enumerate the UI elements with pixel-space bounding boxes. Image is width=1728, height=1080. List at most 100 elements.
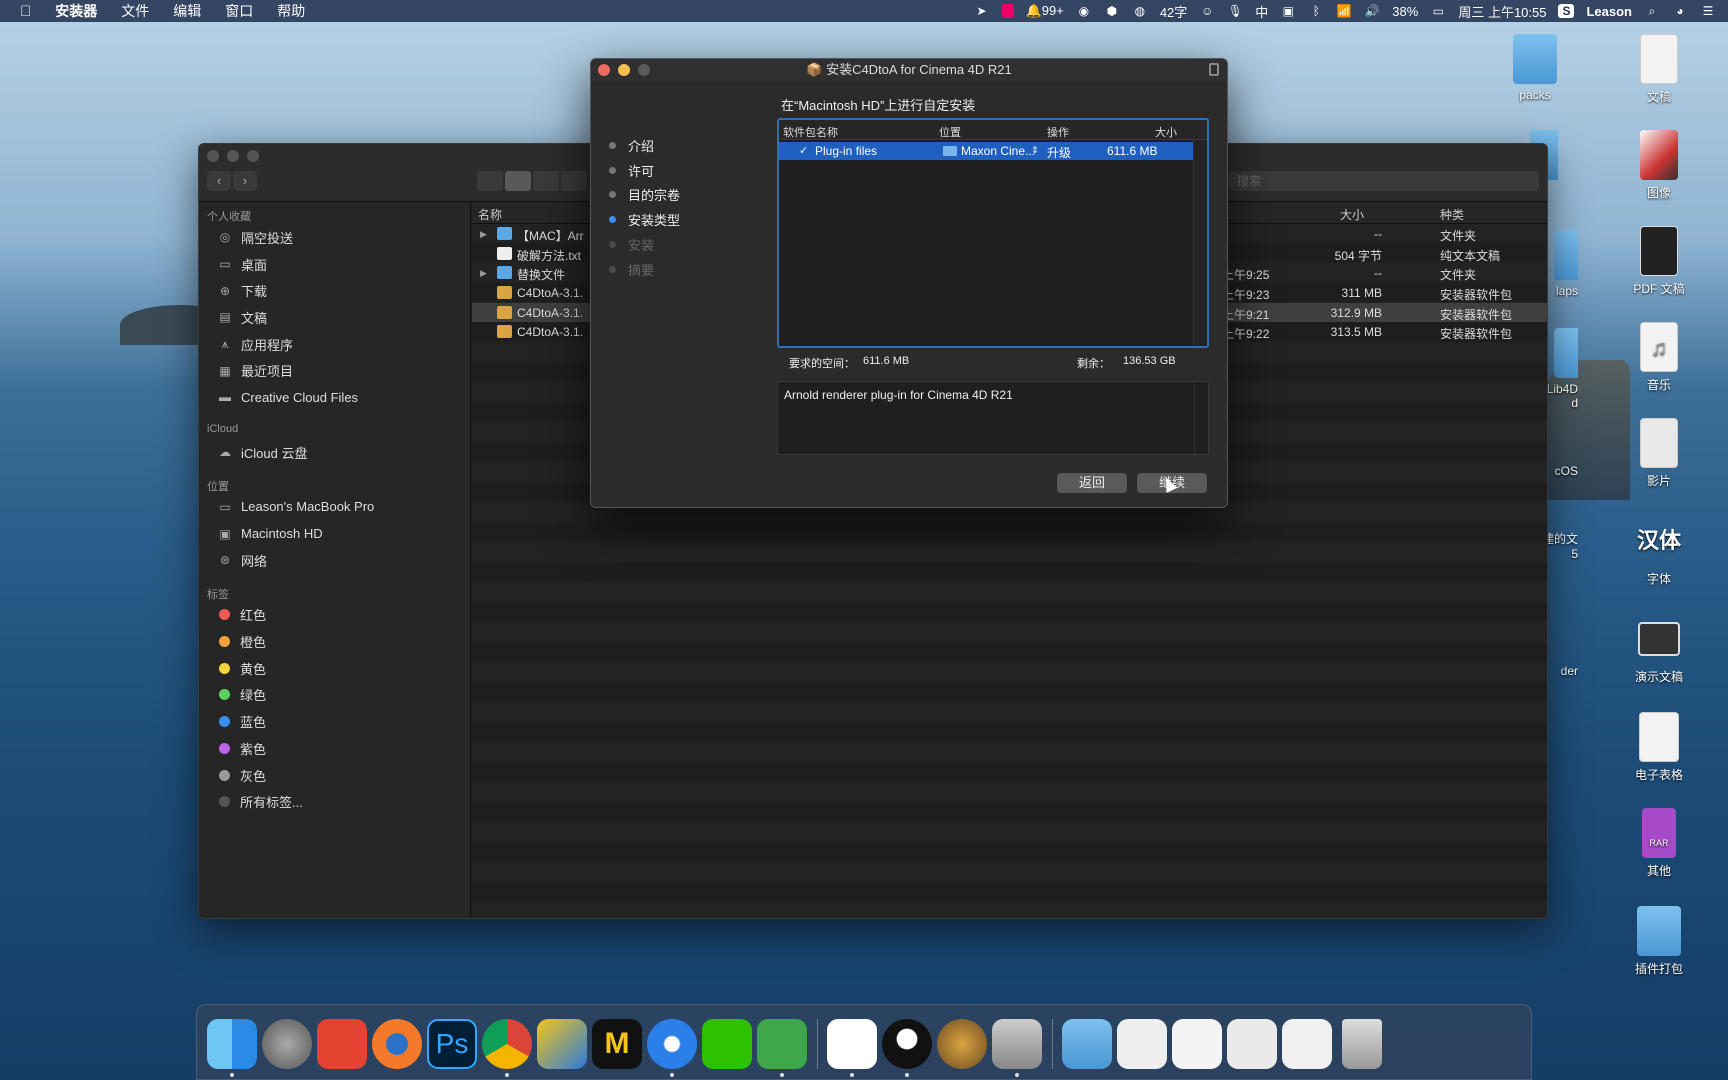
battery-percent[interactable]: 38%: [1392, 4, 1418, 19]
table-scrollbar[interactable]: [1193, 140, 1207, 346]
sidebar-tag-item[interactable]: 红色: [199, 602, 470, 629]
sidebar-item-airdrop[interactable]: ◎ 隔空投送: [199, 224, 470, 251]
column-view-button[interactable]: [533, 171, 559, 191]
dock-qq-icon[interactable]: [882, 1019, 932, 1069]
gallery-view-button[interactable]: [561, 171, 587, 191]
package-row[interactable]: ✓ Plug-in files Maxon Cine... ⇕ 升级 611.6…: [779, 142, 1193, 160]
column-header-kind[interactable]: 种类: [1440, 206, 1464, 223]
sidebar-tag-item[interactable]: 所有标签...: [199, 788, 470, 815]
desktop-icon-images[interactable]: 图像: [1614, 130, 1704, 201]
sidebar-item-macintosh-hd[interactable]: ▣ Macintosh HD: [199, 520, 470, 547]
menu-file[interactable]: 文件: [121, 1, 149, 21]
microphone-icon[interactable]: 🎙: [1227, 4, 1243, 18]
package-checkbox[interactable]: ✓: [799, 144, 808, 157]
desktop-icon-documents[interactable]: 文稿: [1614, 34, 1704, 105]
desktop-icon-presentations[interactable]: 演示文稿: [1614, 614, 1704, 685]
sidebar-tag-item[interactable]: 蓝色: [199, 708, 470, 735]
spotlight-search-icon[interactable]: ⌕: [1644, 4, 1660, 18]
package-location[interactable]: Maxon Cine...: [961, 144, 1035, 158]
desktop-icon-pdf[interactable]: PDF 文稿: [1614, 226, 1704, 297]
list-view-button[interactable]: [505, 171, 531, 191]
vpn-icon[interactable]: ◍: [1132, 4, 1148, 18]
dock-baidu-netdisk-icon[interactable]: [827, 1019, 877, 1069]
cloud-sync-icon[interactable]: ◉: [1076, 4, 1092, 18]
column-header-name[interactable]: 名称: [478, 206, 502, 223]
dock-wechat-icon[interactable]: [702, 1019, 752, 1069]
dock-trash-icon[interactable]: [1342, 1019, 1382, 1069]
sidebar-tag-item[interactable]: 灰色: [199, 762, 470, 789]
siri-icon[interactable]: ◕: [1672, 4, 1688, 18]
desktop-icon-plugin-pack[interactable]: 插件打包: [1614, 906, 1704, 977]
emoji-icon[interactable]: ☺: [1199, 4, 1215, 18]
minimize-button[interactable]: [618, 64, 630, 76]
column-header-size[interactable]: 大小: [1155, 124, 1177, 140]
dock-camtasia-icon[interactable]: [757, 1019, 807, 1069]
menu-window[interactable]: 窗口: [225, 1, 253, 21]
dock-screenshot-4-icon[interactable]: [1282, 1019, 1332, 1069]
close-button[interactable]: [207, 150, 219, 162]
lock-icon[interactable]: [1209, 63, 1219, 76]
app-s-icon[interactable]: S: [1558, 4, 1575, 18]
sidebar-item-documents[interactable]: ▤ 文稿: [199, 304, 470, 331]
desktop-icon-fonts[interactable]: 汉体 字体: [1614, 516, 1704, 587]
shield-icon[interactable]: ⬢: [1104, 4, 1120, 18]
disclosure-triangle-icon[interactable]: ▶: [480, 229, 487, 240]
search-input[interactable]: 搜索: [1229, 171, 1539, 191]
sidebar-tag-item[interactable]: 黄色: [199, 655, 470, 682]
sidebar-item-macbook[interactable]: ▭ Leason's MacBook Pro: [199, 494, 470, 521]
desktop-icon-music[interactable]: ♫ 音乐: [1614, 322, 1704, 393]
temperature-indicator[interactable]: 42字: [1160, 2, 1187, 21]
notification-bell[interactable]: 🔔99+: [1026, 3, 1064, 19]
dock-screenshot-2-icon[interactable]: [1172, 1019, 1222, 1069]
battery-icon[interactable]: ▭: [1430, 4, 1446, 18]
menu-app-name[interactable]: 安装器: [55, 1, 97, 21]
column-header-size[interactable]: 大小: [1340, 206, 1364, 223]
input-method[interactable]: 中: [1255, 2, 1268, 21]
sidebar-item-downloads[interactable]: ⊕ 下载: [199, 277, 470, 304]
close-button[interactable]: [598, 64, 610, 76]
sidebar-tag-item[interactable]: 绿色: [199, 682, 470, 709]
back-button[interactable]: 返回: [1057, 473, 1127, 493]
menu-edit[interactable]: 编辑: [173, 1, 201, 21]
sidebar-tag-item[interactable]: 紫色: [199, 735, 470, 762]
dock-mindnode-icon[interactable]: M: [592, 1019, 642, 1069]
desktop-icon-packs[interactable]: packs: [1490, 34, 1580, 102]
film-icon[interactable]: ​: [1001, 4, 1014, 18]
sidebar-item-network[interactable]: ⊛ 网络: [199, 547, 470, 574]
dock-chrome-icon[interactable]: [482, 1019, 532, 1069]
location-stepper-icon[interactable]: ⇕: [1031, 145, 1039, 156]
dock-installer-icon[interactable]: [992, 1019, 1042, 1069]
dock-photoshop-icon[interactable]: Ps: [427, 1019, 477, 1069]
dock-maps-icon[interactable]: [537, 1019, 587, 1069]
desktop-icon-spreadsheets[interactable]: 电子表格: [1614, 712, 1704, 783]
sidebar-item-icloud-drive[interactable]: ☁ iCloud 云盘: [199, 439, 470, 466]
column-header-package-name[interactable]: 软件包名称: [783, 124, 838, 140]
minimize-button[interactable]: [227, 150, 239, 162]
dock-moom-icon[interactable]: [937, 1019, 987, 1069]
display-icon[interactable]: ▣: [1280, 4, 1296, 18]
forward-button[interactable]: ›: [233, 171, 257, 191]
bluetooth-icon[interactable]: ᛒ: [1308, 4, 1324, 18]
dock-screenshot-3-icon[interactable]: [1227, 1019, 1277, 1069]
dock-screenshot-1-icon[interactable]: [1117, 1019, 1167, 1069]
dock-blender-icon[interactable]: [372, 1019, 422, 1069]
icon-view-button[interactable]: [477, 171, 503, 191]
desktop-icon-other[interactable]: RAR 其他: [1614, 808, 1704, 879]
menu-help[interactable]: 帮助: [277, 1, 305, 21]
user-name[interactable]: Leason: [1586, 4, 1632, 19]
column-header-location[interactable]: 位置: [939, 124, 961, 140]
sidebar-item-creative-cloud[interactable]: ▬ Creative Cloud Files: [199, 384, 470, 411]
zoom-button[interactable]: [638, 64, 650, 76]
apple-icon[interactable]: : [20, 3, 31, 20]
dock-finder-icon[interactable]: [207, 1019, 257, 1069]
location-arrow-icon[interactable]: ➤: [974, 4, 990, 18]
column-header-action[interactable]: 操作: [1047, 124, 1069, 140]
desktop-icon-movies[interactable]: 影片: [1614, 418, 1704, 489]
dock-todoist-icon[interactable]: [317, 1019, 367, 1069]
dock-folder-icon[interactable]: [1062, 1019, 1112, 1069]
sidebar-item-desktop[interactable]: ▭ 桌面: [199, 251, 470, 278]
sidebar-item-recents[interactable]: ▦ 最近项目: [199, 357, 470, 384]
zoom-button[interactable]: [247, 150, 259, 162]
wifi-icon[interactable]: 📶: [1336, 4, 1352, 18]
clock[interactable]: 周三 上午10:55: [1458, 2, 1546, 21]
